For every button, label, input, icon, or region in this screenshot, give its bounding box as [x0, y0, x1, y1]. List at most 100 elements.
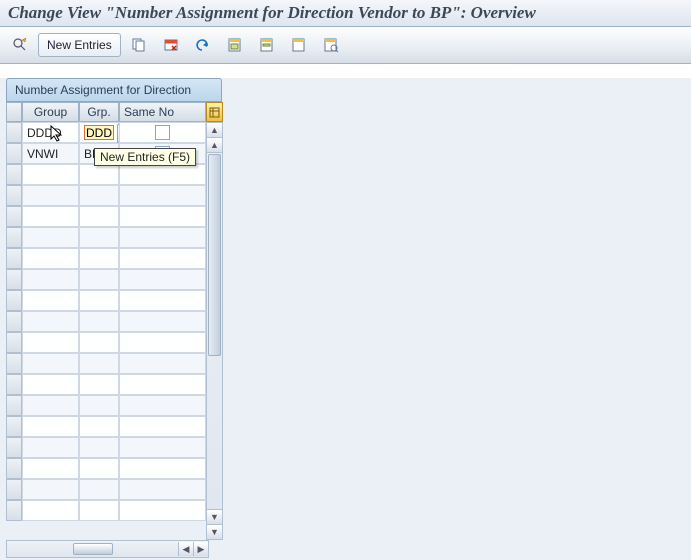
table-row[interactable]: DDDD	[6, 122, 206, 143]
cell-group[interactable]: DDDD	[22, 122, 79, 143]
table-row[interactable]	[6, 269, 206, 290]
cell-same-no[interactable]	[119, 395, 206, 416]
configuration-icon[interactable]	[317, 33, 345, 57]
cell-group[interactable]	[22, 437, 79, 458]
cell-same-no[interactable]	[119, 269, 206, 290]
cell-grp[interactable]	[79, 185, 119, 206]
cell-grp[interactable]	[79, 395, 119, 416]
cell-group[interactable]	[22, 164, 79, 185]
row-selector[interactable]	[6, 458, 22, 479]
row-selector[interactable]	[6, 164, 22, 185]
col-header-same-no[interactable]: Same No	[119, 102, 206, 122]
col-header-grp[interactable]: Grp.	[79, 102, 119, 122]
hscroll-thumb[interactable]	[73, 543, 113, 555]
row-selector[interactable]	[6, 122, 22, 143]
cell-group[interactable]	[22, 185, 79, 206]
table-row[interactable]	[6, 437, 206, 458]
row-selector[interactable]	[6, 416, 22, 437]
cell-group[interactable]	[22, 269, 79, 290]
table-row[interactable]	[6, 395, 206, 416]
select-block-icon[interactable]	[253, 33, 281, 57]
table-row[interactable]	[6, 206, 206, 227]
row-selector[interactable]	[6, 290, 22, 311]
row-selector[interactable]	[6, 479, 22, 500]
row-selector[interactable]	[6, 395, 22, 416]
table-row[interactable]	[6, 500, 206, 521]
row-selector[interactable]	[6, 374, 22, 395]
cell-group[interactable]	[22, 416, 79, 437]
row-selector[interactable]	[6, 227, 22, 248]
row-selector[interactable]	[6, 353, 22, 374]
cell-grp[interactable]	[79, 458, 119, 479]
deselect-all-icon[interactable]	[285, 33, 313, 57]
cell-group[interactable]	[22, 248, 79, 269]
cell-group[interactable]	[22, 290, 79, 311]
toggle-display-change-icon[interactable]	[6, 33, 34, 57]
cell-group[interactable]	[22, 458, 79, 479]
cell-group[interactable]	[22, 395, 79, 416]
cell-grp[interactable]	[79, 290, 119, 311]
cell-grp[interactable]	[79, 479, 119, 500]
cell-group[interactable]	[22, 332, 79, 353]
cell-same-no[interactable]	[119, 479, 206, 500]
row-selector[interactable]	[6, 332, 22, 353]
cell-group[interactable]	[22, 374, 79, 395]
cell-grp[interactable]	[79, 311, 119, 332]
cell-grp[interactable]	[79, 374, 119, 395]
table-row[interactable]	[6, 416, 206, 437]
cell-grp[interactable]	[79, 122, 119, 143]
grp-input[interactable]	[84, 125, 114, 140]
row-selector[interactable]	[6, 206, 22, 227]
row-selector[interactable]	[6, 143, 22, 164]
table-row[interactable]	[6, 479, 206, 500]
scroll-down-button[interactable]: ▼	[207, 524, 222, 539]
row-selector[interactable]	[6, 311, 22, 332]
cell-same-no[interactable]	[119, 290, 206, 311]
cell-same-no[interactable]	[119, 353, 206, 374]
cell-grp[interactable]	[79, 416, 119, 437]
row-selector[interactable]	[6, 437, 22, 458]
cell-grp[interactable]	[79, 500, 119, 521]
cell-group[interactable]	[22, 353, 79, 374]
table-row[interactable]	[6, 290, 206, 311]
row-selector[interactable]	[6, 185, 22, 206]
cell-same-no[interactable]	[119, 416, 206, 437]
cell-same-no[interactable]	[119, 500, 206, 521]
table-row[interactable]	[6, 185, 206, 206]
table-row[interactable]	[6, 311, 206, 332]
cell-same-no[interactable]	[119, 164, 206, 185]
new-entries-button[interactable]: New Entries	[38, 33, 121, 57]
cell-same-no[interactable]	[119, 311, 206, 332]
cell-group[interactable]	[22, 479, 79, 500]
cell-group[interactable]	[22, 206, 79, 227]
cell-group[interactable]	[22, 311, 79, 332]
copy-as-icon[interactable]	[125, 33, 153, 57]
row-selector[interactable]	[6, 500, 22, 521]
cell-same-no[interactable]	[119, 458, 206, 479]
table-row[interactable]	[6, 374, 206, 395]
table-row[interactable]	[6, 164, 206, 185]
cell-grp[interactable]	[79, 164, 119, 185]
table-row[interactable]	[6, 248, 206, 269]
cell-group[interactable]	[22, 500, 79, 521]
cell-same-no[interactable]	[119, 374, 206, 395]
cell-grp[interactable]	[79, 227, 119, 248]
grid-corner[interactable]	[6, 102, 22, 122]
row-selector[interactable]	[6, 269, 22, 290]
scroll-line-up-button[interactable]: ▲	[207, 138, 222, 153]
cell-same-no[interactable]	[119, 248, 206, 269]
scroll-line-down-button[interactable]: ▼	[207, 509, 222, 524]
cell-same-no[interactable]	[119, 227, 206, 248]
hscroll-left-button[interactable]: ◀	[178, 542, 193, 556]
table-row[interactable]	[6, 458, 206, 479]
vertical-scrollbar[interactable]: ▲ ▲ ▼ ▼	[206, 122, 223, 540]
scroll-up-button[interactable]: ▲	[207, 123, 222, 138]
delete-icon[interactable]	[157, 33, 185, 57]
cell-same-no[interactable]	[119, 122, 206, 143]
cell-grp[interactable]	[79, 437, 119, 458]
undo-icon[interactable]	[189, 33, 217, 57]
scroll-thumb[interactable]	[208, 154, 221, 356]
cell-same-no[interactable]	[119, 332, 206, 353]
cell-same-no[interactable]	[119, 185, 206, 206]
select-all-icon[interactable]	[221, 33, 249, 57]
